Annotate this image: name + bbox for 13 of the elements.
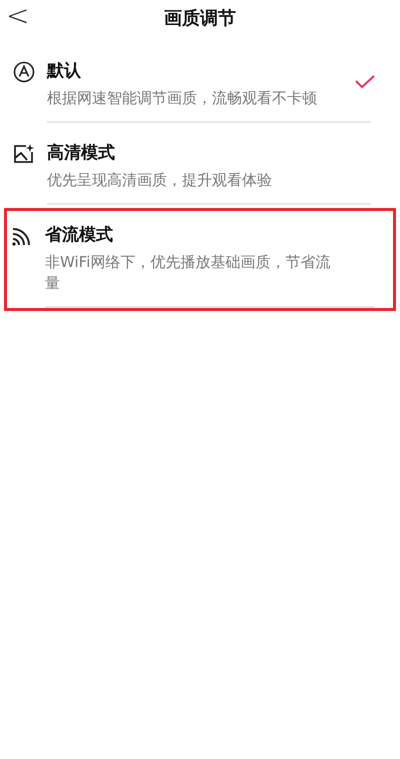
option-title[interactable]: 高清模式 bbox=[47, 141, 371, 164]
option-row[interactable]: 默认 根据网速智能调节画质，流畅观看不卡顿 bbox=[6, 44, 394, 126]
back-button[interactable]: < bbox=[6, 0, 30, 32]
option-description: 非WiFi网络下，优先播放基础画质，节省流量 bbox=[45, 252, 332, 294]
option-title[interactable]: 省流模式 bbox=[45, 223, 375, 246]
option-description: 根据网速智能调节画质，流畅观看不卡顿 bbox=[47, 88, 318, 109]
page-title: 画质调节 bbox=[164, 7, 236, 30]
image-sparkle-icon bbox=[13, 143, 35, 165]
option-description: 优先呈现高清画质，提升观看体验 bbox=[47, 170, 273, 191]
letter-a-circle-icon bbox=[13, 61, 35, 83]
signal-waves-icon bbox=[11, 225, 33, 247]
option-title[interactable]: 默认 bbox=[47, 59, 371, 82]
option-row[interactable]: 高清模式 优先呈现高清画质，提升观看体验 bbox=[6, 126, 394, 208]
